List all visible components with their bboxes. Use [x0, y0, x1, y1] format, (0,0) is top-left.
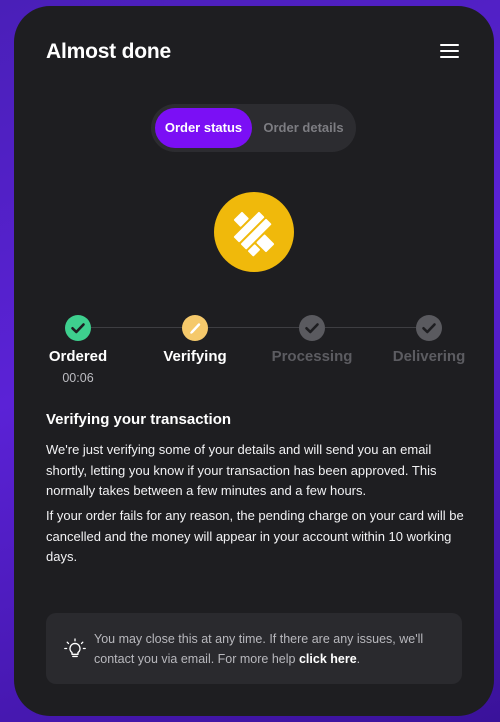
tab-switcher: Order status Order details [151, 104, 356, 152]
info-paragraph: If your order fails for any reason, the … [46, 508, 464, 564]
help-note-message: You may close this at any time. If there… [94, 632, 424, 666]
hamburger-menu-icon[interactable] [438, 41, 462, 61]
tab-order-details[interactable]: Order details [255, 108, 352, 148]
step-label-verifying: Verifying [163, 348, 227, 365]
help-note: You may close this at any time. If there… [46, 613, 462, 684]
step-label-processing: Processing [271, 348, 353, 365]
step-label-delivering: Delivering [392, 348, 466, 365]
step-verifying-pencil-icon [182, 315, 208, 341]
step-delivering-check-icon [416, 315, 442, 341]
step-processing-check-icon [299, 315, 325, 341]
step-connector [325, 327, 416, 328]
help-note-suffix: . [356, 652, 361, 666]
info-paragraph: We're just verifying some of your detail… [46, 442, 437, 498]
step-connector [91, 327, 182, 328]
order-status-card: Almost done Order status Order details O… [14, 6, 494, 716]
step-ordered-done-icon [65, 315, 91, 341]
help-link[interactable]: click here [299, 652, 357, 666]
step-connector [208, 327, 299, 328]
binance-usd-coin-icon [214, 192, 294, 272]
page-title: Almost done [46, 40, 171, 63]
section-heading: Verifying your transaction [46, 411, 232, 428]
help-note-text: You may close this at any time. If there… [94, 629, 454, 669]
lightbulb-icon [64, 638, 86, 658]
tab-order-status[interactable]: Order status [155, 108, 252, 148]
step-time-ordered: 00:06 [62, 371, 94, 385]
step-label-ordered: Ordered [48, 348, 108, 365]
